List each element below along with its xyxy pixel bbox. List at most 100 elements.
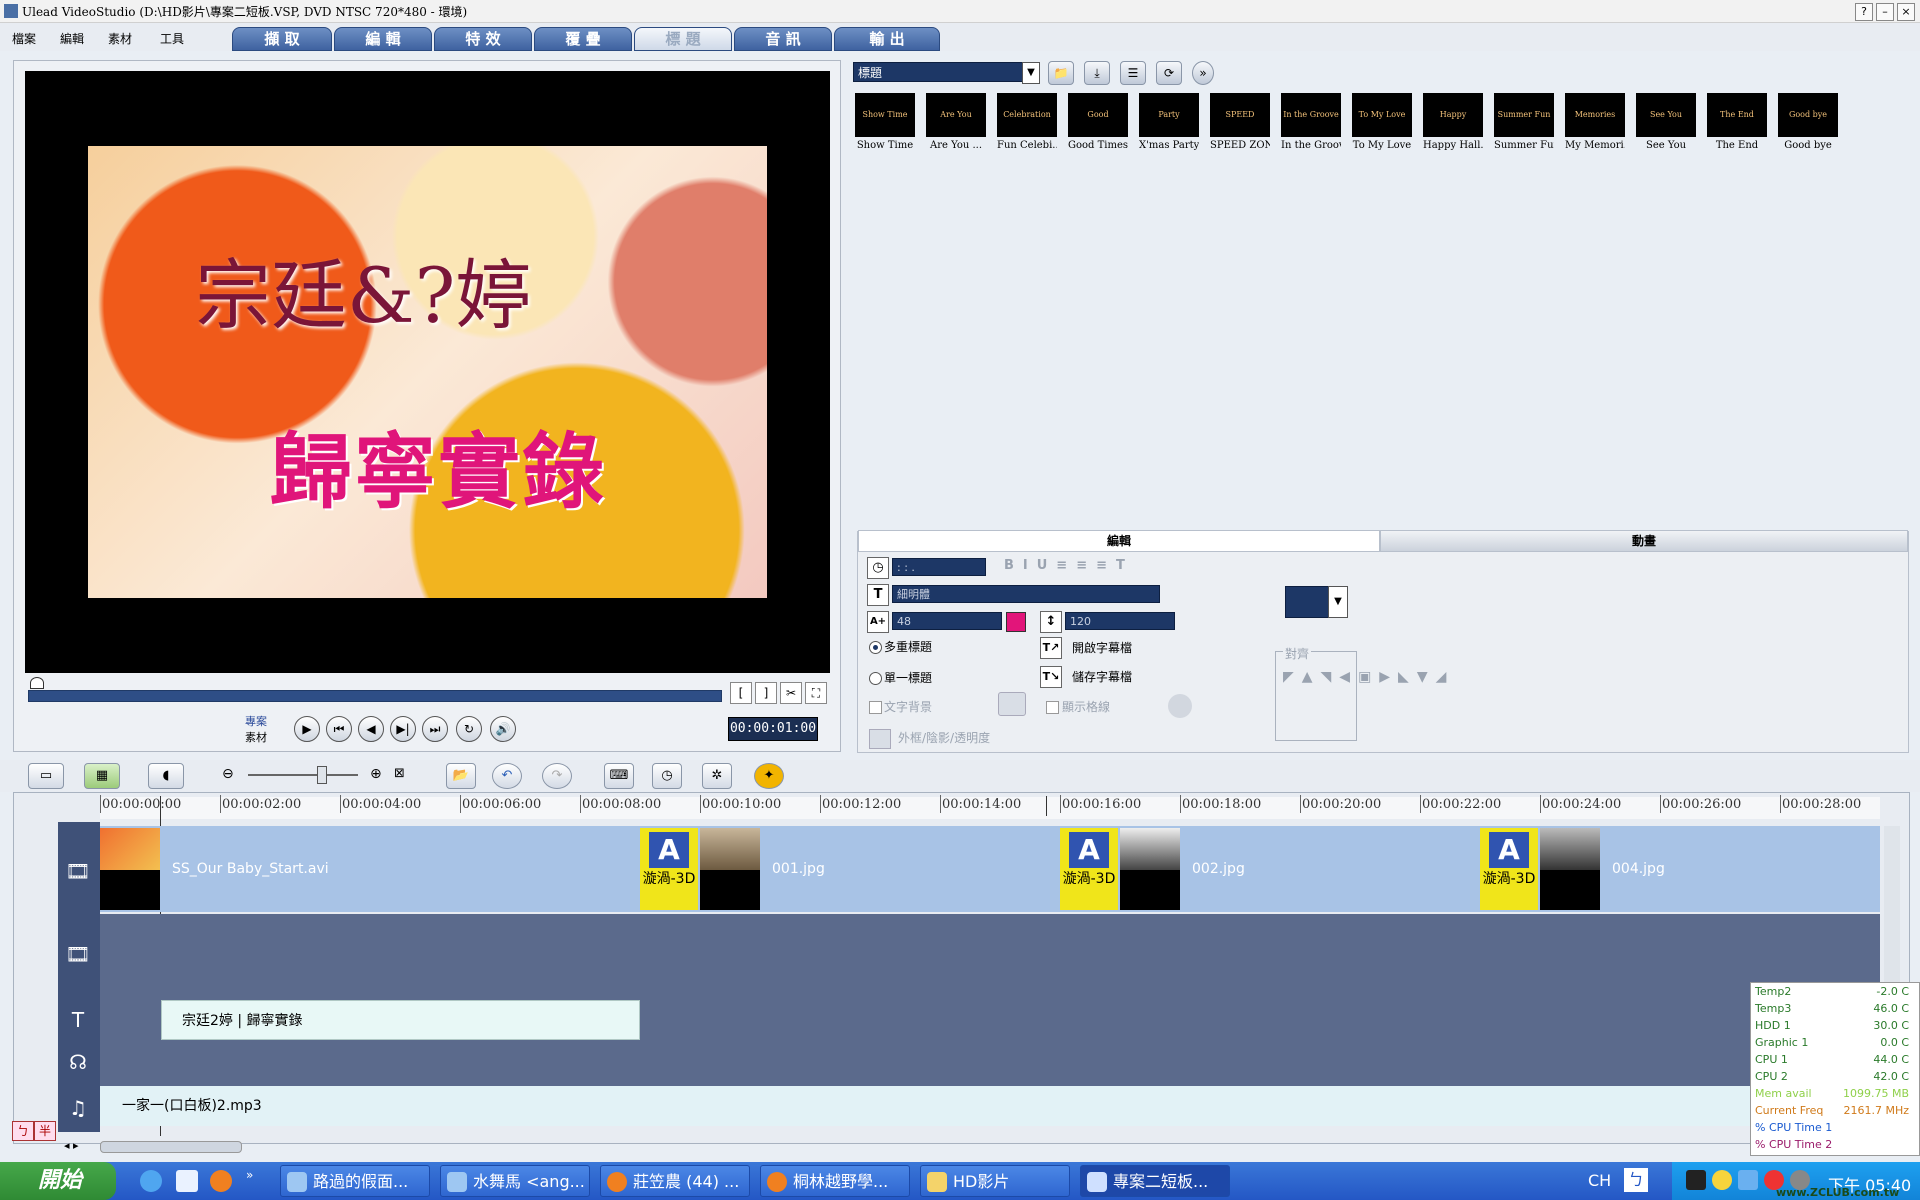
play-button[interactable]: ▶ bbox=[294, 716, 320, 742]
mode-clip-label[interactable]: 素材 bbox=[245, 729, 267, 745]
smart-proxy-icon[interactable]: ◷ bbox=[652, 763, 682, 789]
transition-clip[interactable]: A 漩渦-3D bbox=[640, 828, 698, 910]
show-desktop-icon[interactable] bbox=[176, 1170, 198, 1192]
library-manager-icon[interactable]: ⟳ bbox=[1156, 61, 1182, 85]
end-button[interactable]: ⏭ bbox=[422, 716, 448, 742]
font-size-select[interactable]: 48 bbox=[892, 612, 1002, 630]
taskbar-item[interactable]: 路過的假面... bbox=[280, 1165, 430, 1197]
playhead-marker[interactable] bbox=[30, 677, 44, 689]
timeline-scroll-arrows[interactable]: ◂ ▸ bbox=[64, 1139, 94, 1153]
quicklaunch-overflow-icon[interactable]: » bbox=[246, 1168, 253, 1182]
minimize-button[interactable]: – bbox=[1876, 3, 1894, 21]
title-template-thumbnail[interactable]: In the Groove In the Groove bbox=[1281, 93, 1341, 157]
preview-title-line2[interactable]: 歸寧實錄 bbox=[270, 405, 606, 524]
image-clip[interactable]: 001.jpg bbox=[760, 828, 1060, 910]
scrub-bar[interactable] bbox=[28, 690, 722, 702]
storyboard-view-button[interactable]: ▭ bbox=[28, 763, 64, 789]
transition-clip[interactable]: A 漩渦-3D bbox=[1060, 828, 1118, 910]
step-edit[interactable]: 編 輯 bbox=[334, 27, 432, 51]
firefox-quicklaunch-icon[interactable] bbox=[210, 1170, 232, 1192]
smiley-tray-icon[interactable] bbox=[1712, 1170, 1732, 1190]
enlarge-preview-icon[interactable]: ⛶ bbox=[805, 682, 827, 704]
chevron-down-icon[interactable]: ▼ bbox=[1328, 586, 1348, 618]
ime-icon[interactable]: ㄅ bbox=[1624, 1168, 1648, 1192]
timeline-view-button[interactable]: ▦ bbox=[84, 763, 120, 789]
chapter-icon[interactable]: ✦ bbox=[754, 763, 784, 789]
music-track-clip[interactable]: 一家一(口白板)2.mp3 bbox=[100, 1086, 1880, 1126]
tab-animation[interactable]: 動畫 bbox=[1380, 530, 1908, 552]
title-track-icon[interactable]: T bbox=[62, 1004, 94, 1036]
title-template-thumbnail[interactable]: See You See You bbox=[1636, 93, 1696, 157]
repeat-button[interactable]: ↻ bbox=[456, 716, 482, 742]
tab-edit[interactable]: 編輯 bbox=[858, 530, 1380, 552]
taskbar-item-active[interactable]: 專案二短板... bbox=[1080, 1165, 1230, 1197]
network-tray-icon[interactable] bbox=[1738, 1170, 1758, 1190]
record-capture-icon[interactable]: ⌨ bbox=[604, 763, 634, 789]
mark-out-button[interactable]: ] bbox=[755, 682, 777, 704]
step-title[interactable]: 標 題 bbox=[634, 27, 732, 51]
open-subtitle-icon[interactable]: T↗ bbox=[1040, 637, 1062, 659]
cut-clip-icon[interactable]: ✂ bbox=[780, 682, 802, 704]
mark-in-button[interactable]: [ bbox=[730, 682, 752, 704]
title-clip[interactable]: 宗廷2婷 | 歸寧實錄 bbox=[161, 1000, 640, 1040]
overlay-track-icon[interactable]: 🎞 bbox=[62, 938, 94, 970]
video-track-icon[interactable]: 🎞 bbox=[62, 855, 94, 887]
title-template-thumbnail[interactable]: SPEED SPEED ZONE bbox=[1210, 93, 1270, 157]
zoom-slider-thumb[interactable] bbox=[317, 766, 327, 784]
step-share[interactable]: 輸 出 bbox=[834, 27, 940, 51]
video-clip[interactable]: SS_Our Baby_Start.avi bbox=[160, 828, 640, 910]
redo-icon[interactable]: ↷ bbox=[542, 763, 572, 789]
volume-button[interactable]: 🔊 bbox=[490, 716, 516, 742]
ime-halfwidth-button[interactable]: 半 bbox=[34, 1121, 56, 1141]
options-icon[interactable]: ☰ bbox=[1120, 61, 1146, 85]
menu-edit[interactable]: 編輯 bbox=[60, 30, 84, 47]
overlay-track[interactable] bbox=[100, 914, 1880, 998]
text-background-checkbox[interactable] bbox=[869, 701, 882, 714]
text-style-buttons[interactable]: BIU≡≡≡T bbox=[1004, 558, 1134, 573]
multi-title-radio[interactable] bbox=[869, 641, 882, 654]
image-clip-thumbnail[interactable] bbox=[1120, 828, 1180, 910]
step-effect[interactable]: 特 效 bbox=[434, 27, 532, 51]
title-template-thumbnail[interactable]: Are You Ready? Are You ... bbox=[926, 93, 986, 157]
taskbar-item[interactable]: 水舞馬 <ang... bbox=[440, 1165, 590, 1197]
folder-icon[interactable]: 📁 bbox=[1048, 61, 1074, 85]
voice-track-icon[interactable]: ☊ bbox=[62, 1046, 94, 1078]
track-manager-icon[interactable]: ✲ bbox=[702, 763, 732, 789]
open-subtitle-label[interactable]: 開啟字幕檔 bbox=[1072, 639, 1132, 656]
font-color-swatch[interactable] bbox=[1006, 612, 1026, 632]
border-shadow-label[interactable]: 外框/陰影/透明度 bbox=[898, 729, 990, 746]
mode-project-label[interactable]: 專案 bbox=[245, 713, 267, 729]
image-clip[interactable]: 004.jpg bbox=[1600, 828, 1880, 910]
voice-track[interactable] bbox=[100, 1042, 1880, 1086]
single-title-radio[interactable] bbox=[869, 672, 882, 685]
image-clip[interactable]: 002.jpg bbox=[1180, 828, 1480, 910]
taskbar-item[interactable]: HD影片 bbox=[920, 1165, 1070, 1197]
text-background-settings-icon[interactable] bbox=[998, 692, 1026, 716]
title-template-thumbnail[interactable]: To My Love To My Love bbox=[1352, 93, 1412, 157]
title-template-thumbnail[interactable]: Good bye Good bye bbox=[1778, 93, 1838, 157]
border-shadow-icon[interactable] bbox=[869, 729, 891, 749]
timeline-horizontal-scrollbar[interactable] bbox=[100, 1141, 242, 1153]
title-template-thumbnail[interactable]: Memories My Memori... bbox=[1565, 93, 1625, 157]
duration-field[interactable]: : : . bbox=[892, 558, 986, 576]
menu-file[interactable]: 檔案 bbox=[12, 30, 36, 47]
zoom-in-icon[interactable]: ⊕ bbox=[370, 766, 382, 782]
menu-tools[interactable]: 工具 bbox=[160, 30, 184, 47]
undo-icon[interactable]: ↶ bbox=[492, 763, 522, 789]
step-audio[interactable]: 音 訊 bbox=[734, 27, 832, 51]
save-subtitle-label[interactable]: 儲存字幕檔 bbox=[1072, 668, 1132, 685]
fit-project-icon[interactable]: ⊠ bbox=[394, 766, 405, 781]
zoom-slider[interactable] bbox=[248, 774, 358, 776]
title-template-thumbnail[interactable]: Summer Fun Summer Fun bbox=[1494, 93, 1554, 157]
previous-frame-button[interactable]: ◀ bbox=[358, 716, 384, 742]
tray-icon[interactable] bbox=[1686, 1170, 1706, 1190]
show-grid-checkbox[interactable] bbox=[1046, 701, 1059, 714]
image-clip-thumbnail[interactable] bbox=[700, 828, 760, 910]
step-capture[interactable]: 擷 取 bbox=[232, 27, 332, 51]
audio-view-button[interactable]: ◖ bbox=[148, 763, 184, 789]
title-template-thumbnail[interactable]: Party X'mas Party bbox=[1139, 93, 1199, 157]
step-overlay[interactable]: 覆 疊 bbox=[534, 27, 632, 51]
help-button[interactable]: ? bbox=[1855, 3, 1873, 21]
expand-icon[interactable]: » bbox=[1192, 61, 1214, 85]
title-template-thumbnail[interactable]: Good Good Times bbox=[1068, 93, 1128, 157]
